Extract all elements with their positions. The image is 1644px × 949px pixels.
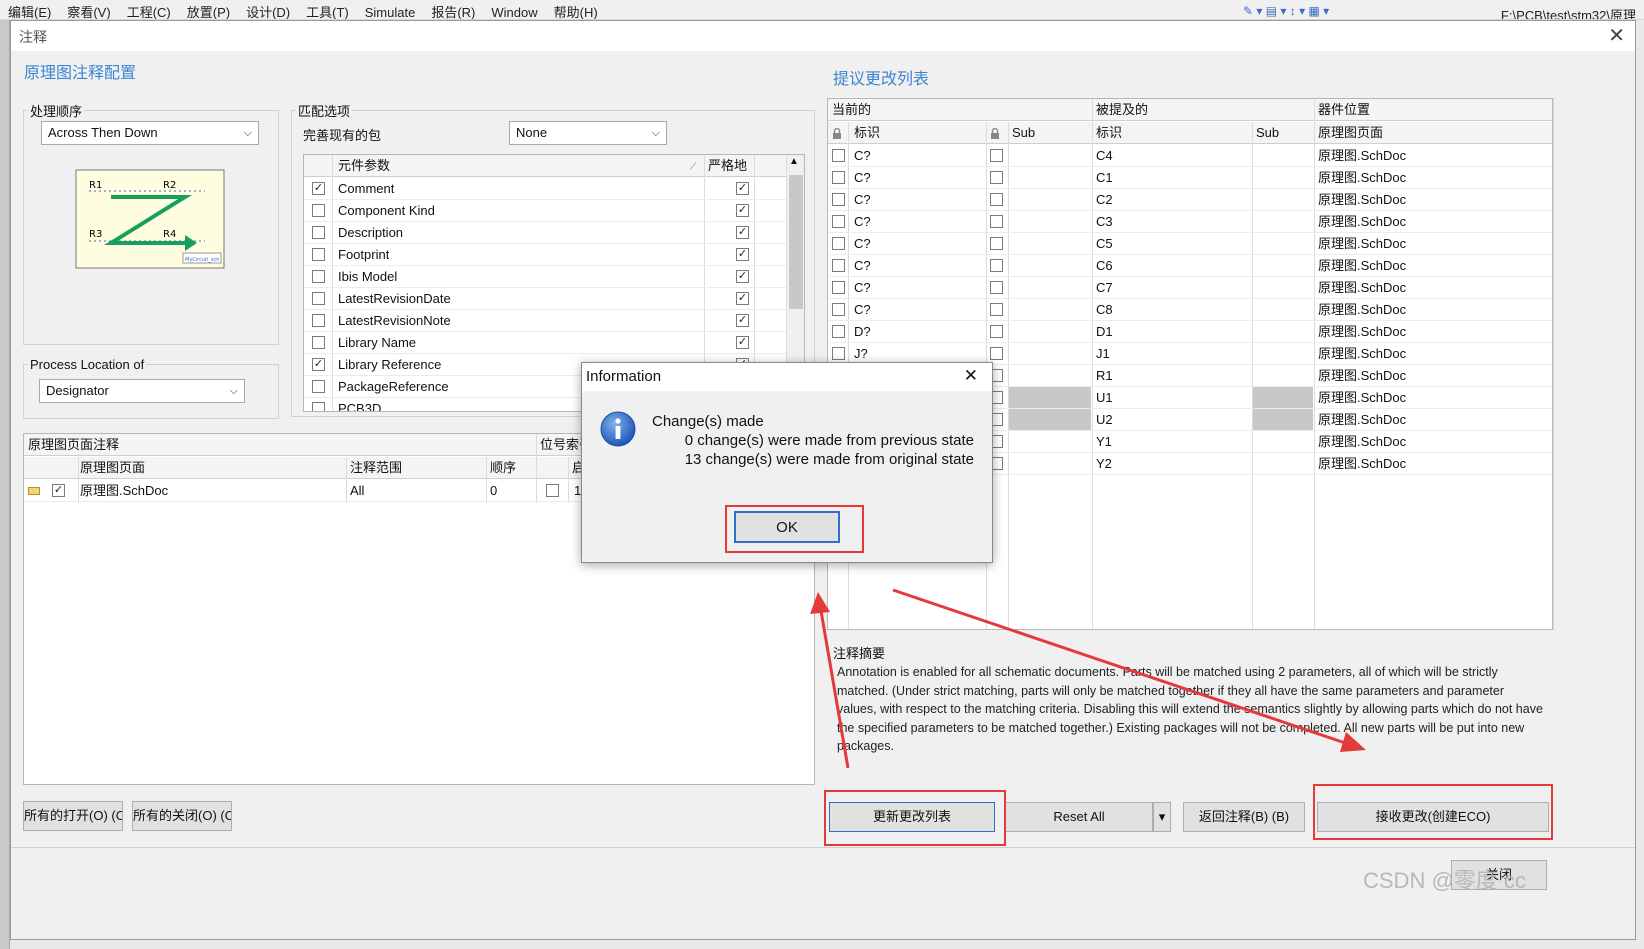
highlight-ok xyxy=(725,505,864,553)
arrow-head xyxy=(1340,732,1366,752)
info-line1: Change(s) made xyxy=(652,413,764,430)
arrow-to-accept xyxy=(892,588,1361,750)
arrow-head xyxy=(810,592,830,614)
info-line3: 13 change(s) were made from original sta… xyxy=(684,451,974,468)
info-icon xyxy=(600,411,636,447)
arrow-to-ok xyxy=(818,604,850,769)
info-line2: 0 change(s) were made from previous stat… xyxy=(684,432,974,449)
info-titlebar: Information ✕ xyxy=(582,363,992,391)
info-title: Information xyxy=(586,368,662,385)
information-dialog: Information ✕ Change(s) made 0 change(s)… xyxy=(581,362,993,563)
close-icon[interactable]: ✕ xyxy=(964,366,978,386)
